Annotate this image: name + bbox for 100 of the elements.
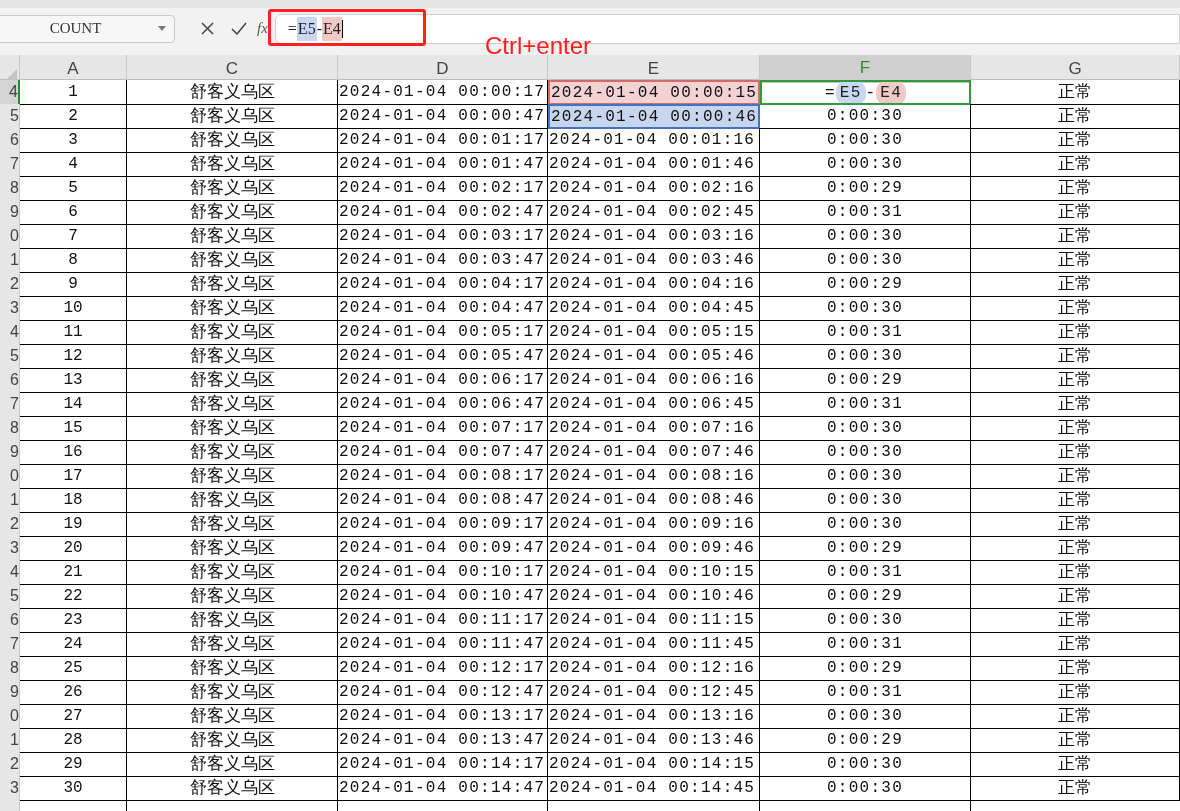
table-cell: 0:00:30 [760, 248, 971, 273]
row-header[interactable]: 1 [0, 488, 20, 513]
table-cell: 正常 [971, 584, 1180, 609]
row-header[interactable]: 1 [0, 248, 20, 273]
table-cell: 2024-01-04 00:11:45 [548, 632, 760, 657]
formula-text: =E5-E4 [287, 16, 342, 41]
table-cell: 正常 [971, 272, 1180, 297]
name-box[interactable]: COUNT [0, 14, 175, 43]
table-cell: 13 [20, 368, 127, 393]
row-header[interactable]: 9 [0, 440, 20, 465]
table-cell: 舒客义乌区 [127, 392, 338, 417]
table-cell: 0:00:29 [760, 536, 971, 561]
table-cell: 正常 [971, 248, 1180, 273]
table-cell: 2024-01-04 00:09:46 [548, 536, 760, 561]
row-header[interactable]: 5 [0, 104, 20, 129]
row-header[interactable]: 4 [0, 80, 20, 105]
row-header[interactable]: 9 [0, 680, 20, 705]
row-header[interactable]: 7 [0, 632, 20, 657]
table-cell: 舒客义乌区 [127, 752, 338, 777]
row-header[interactable]: 8 [0, 416, 20, 441]
row-header[interactable]: 2 [0, 752, 20, 777]
table-cell: 舒客义乌区 [127, 368, 338, 393]
row-header[interactable]: 6 [0, 368, 20, 393]
cell-reference: E4 [876, 82, 907, 103]
table-cell: 2024-01-04 00:11:47 [338, 632, 548, 657]
table-cell: 2024-01-04 00:03:16 [548, 224, 760, 249]
table-cell: 2024-01-04 00:02:17 [338, 176, 548, 201]
row-header[interactable]: 3 [0, 536, 20, 561]
row-header[interactable]: 0 [0, 464, 20, 489]
table-cell: 正常 [971, 152, 1180, 177]
table-cell: 2 [20, 104, 127, 129]
table-cell: 2024-01-04 00:05:15 [548, 320, 760, 345]
row-header[interactable]: 6 [0, 608, 20, 633]
column-header[interactable]: C [127, 55, 338, 83]
table-cell: 2024-01-04 00:04:47 [338, 296, 548, 321]
table-cell: 2024-01-04 00:11:17 [338, 608, 548, 633]
insert-function-icon[interactable]: fx [257, 17, 268, 40]
cancel-icon[interactable] [201, 22, 214, 35]
table-cell: 正常 [971, 128, 1180, 153]
row-header[interactable]: 8 [0, 176, 20, 201]
table-cell: 2024-01-04 00:04:16 [548, 272, 760, 297]
table-cell: 0:00:29 [760, 728, 971, 753]
table-cell: 舒客义乌区 [127, 512, 338, 537]
table-cell: 7 [20, 224, 127, 249]
table-cell: 正常 [971, 560, 1180, 585]
table-cell: 2024-01-04 00:12:16 [548, 656, 760, 681]
table-cell: 6 [20, 200, 127, 225]
row-header[interactable]: 5 [0, 344, 20, 369]
row-header[interactable]: 2 [0, 272, 20, 297]
row-header[interactable]: 7 [0, 152, 20, 177]
table-cell: 2024-01-04 00:05:46 [548, 344, 760, 369]
table-cell: 舒客义乌区 [127, 248, 338, 273]
table-cell: 舒客义乌区 [127, 776, 338, 801]
table-cell: 2024-01-04 00:12:45 [548, 680, 760, 705]
row-header[interactable]: 4 [0, 320, 20, 345]
column-header[interactable]: G [971, 55, 1180, 83]
row-header[interactable]: 5 [0, 584, 20, 609]
table-cell: 2024-01-04 00:14:45 [548, 776, 760, 801]
row-header[interactable]: 3 [0, 296, 20, 321]
table-cell: 2024-01-04 00:04:17 [338, 272, 548, 297]
table-cell: 正常 [971, 440, 1180, 465]
row-header[interactable]: 4 [0, 560, 20, 585]
table-cell: 2024-01-04 00:10:46 [548, 584, 760, 609]
table-cell: 舒客义乌区 [127, 608, 338, 633]
table-cell: 23 [20, 608, 127, 633]
table-cell: 14 [20, 392, 127, 417]
row-header[interactable]: 8 [0, 656, 20, 681]
row-header[interactable]: 2 [0, 512, 20, 537]
table-cell: 0:00:29 [760, 176, 971, 201]
cell-reference: E5 [835, 82, 866, 103]
table-cell: 正常 [971, 368, 1180, 393]
row-header[interactable]: 6 [0, 128, 20, 153]
table-cell: 正常 [971, 296, 1180, 321]
row-header[interactable]: 3 [0, 776, 20, 801]
table-cell: 12 [20, 344, 127, 369]
table-cell: 2024-01-04 00:14:47 [338, 776, 548, 801]
row-header[interactable]: 0 [0, 704, 20, 729]
table-cell: 0:00:31 [760, 392, 971, 417]
row-header[interactable]: 0 [0, 224, 20, 249]
row-header[interactable]: 7 [0, 392, 20, 417]
table-cell: 18 [20, 488, 127, 513]
table-cell: 5 [20, 176, 127, 201]
table-cell: 2024-01-04 00:11:15 [548, 608, 760, 633]
confirm-check-icon[interactable] [231, 22, 247, 35]
table-cell: 3 [20, 128, 127, 153]
table-cell: 正常 [971, 680, 1180, 705]
dropdown-caret-icon[interactable] [158, 26, 166, 31]
table-cell: 2024-01-04 00:06:45 [548, 392, 760, 417]
row-header[interactable]: 1 [0, 728, 20, 753]
table-cell: 2024-01-04 00:13:47 [338, 728, 548, 753]
table-cell: 2024-01-04 00:03:17 [338, 224, 548, 249]
row-header[interactable]: 9 [0, 200, 20, 225]
table-cell: 0:00:29 [760, 584, 971, 609]
table-cell: 2024-01-04 00:00:46 [548, 104, 760, 129]
table-cell: 正常 [971, 176, 1180, 201]
table-cell: 2024-01-04 00:07:47 [338, 440, 548, 465]
cell-reference: E4 [321, 16, 342, 41]
table-cell: 2024-01-04 00:10:15 [548, 560, 760, 585]
table-cell: 4 [20, 152, 127, 177]
table-cell: 0:00:31 [760, 632, 971, 657]
